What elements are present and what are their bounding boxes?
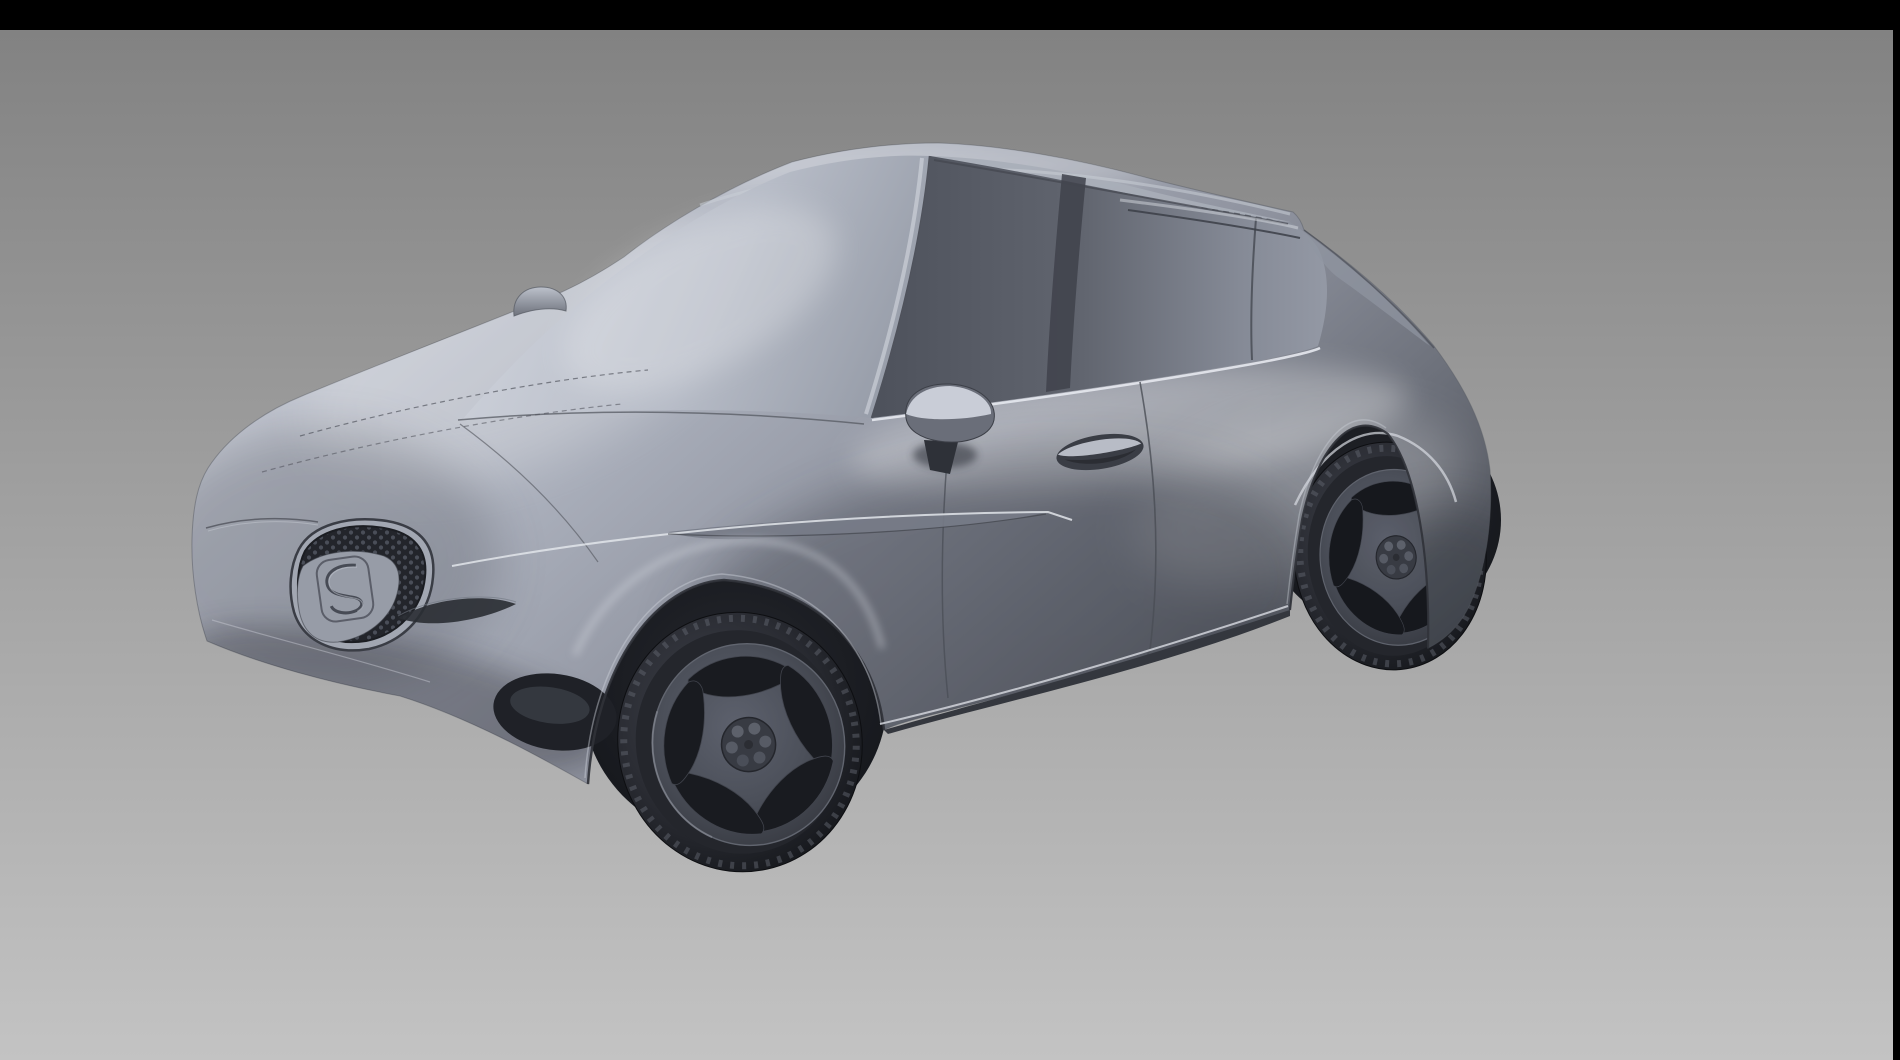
letterbox-top-bar [0, 0, 1900, 30]
car-model [140, 135, 1540, 891]
car-render-canvas [0, 0, 1900, 1060]
viewport-3d[interactable] [0, 30, 1893, 1060]
letterbox-right-bar [1893, 0, 1900, 1060]
application-window [0, 0, 1900, 1060]
